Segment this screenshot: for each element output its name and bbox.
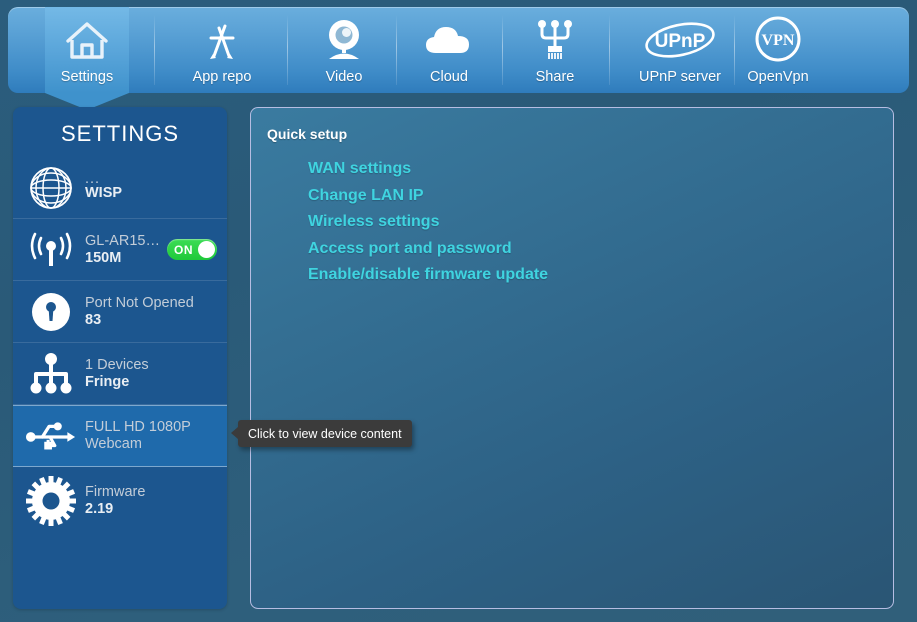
- cloud-icon: [423, 16, 475, 64]
- lock-icon: [25, 290, 77, 334]
- nav-tab-label: Cloud: [430, 69, 468, 85]
- sidebar-item-line1: Firmware: [85, 484, 146, 500]
- sidebar-item-line2: Fringe: [85, 373, 130, 390]
- sidebar-item-text: FULL HD 1080P Webcam: [77, 419, 217, 453]
- link-change-lan-ip[interactable]: Change LAN IP: [308, 183, 424, 210]
- device-content-tooltip: Click to view device content: [231, 420, 412, 447]
- sidebar-item-line1: ...: [85, 171, 101, 187]
- nav-tab-label: Share: [535, 69, 575, 85]
- link-wan-settings[interactable]: WAN settings: [308, 156, 411, 183]
- nav-tab-share[interactable]: Share: [523, 7, 587, 93]
- sidebar-item-line1: 1 Devices: [85, 356, 149, 373]
- nav-separator: [287, 15, 288, 85]
- wifi-toggle-label: ON: [174, 242, 193, 257]
- sidebar-item-text: Firmware 2.19: [77, 484, 217, 518]
- sidebar-title: SETTINGS: [60, 121, 179, 146]
- nav-separator: [154, 15, 155, 85]
- gear-icon: [25, 476, 77, 526]
- nav-tab-video[interactable]: Video: [311, 7, 377, 93]
- nav-tab-label: App repo: [192, 69, 252, 85]
- sidebar-item-line1: Port Not Opened: [85, 294, 194, 311]
- sidebar-item-line2: 2.19: [85, 501, 114, 517]
- sidebar-item-usb-webcam[interactable]: FULL HD 1080P Webcam: [13, 405, 227, 467]
- sidebar-item-line1: GL-AR150-ef1: [85, 232, 167, 249]
- svg-text:VPN: VPN: [762, 32, 795, 49]
- sidebar-item-line2: 83: [85, 311, 102, 328]
- wifi-toggle-switch[interactable]: ON: [167, 239, 217, 260]
- usb-icon: [25, 419, 77, 453]
- sidebar-item-line2: WISP: [85, 185, 123, 201]
- nav-separator: [734, 15, 735, 85]
- sidebar-item-text: ... WISP: [77, 171, 217, 202]
- link-enable-disable-firmware-update[interactable]: Enable/disable firmware update: [308, 262, 548, 289]
- svg-text:UPnP: UPnP: [655, 31, 706, 52]
- sidebar-item-text: GL-AR150-ef1 150M: [77, 233, 167, 267]
- quick-setup-link-list: WAN settings Change LAN IP Wireless sett…: [251, 142, 893, 289]
- globe-icon: [25, 165, 77, 211]
- sidebar-item-firmware[interactable]: Firmware 2.19: [13, 467, 227, 535]
- link-access-port-and-password[interactable]: Access port and password: [308, 236, 512, 263]
- settings-sidebar: SETTINGS ... WISP GL-AR150-e 150M ON Por…: [13, 107, 227, 609]
- webcam-icon: [321, 16, 367, 64]
- wifi-icon: [25, 229, 77, 271]
- nav-separator: [502, 15, 503, 85]
- sidebar-item-wifi[interactable]: GL-AR150-ef1 150M ON: [13, 219, 227, 281]
- link-wireless-settings[interactable]: Wireless settings: [308, 209, 439, 236]
- sidebar-item-text: Port Not Opened 83: [77, 295, 217, 329]
- quick-setup-title: Quick setup: [267, 126, 348, 142]
- sidebar-item-devices[interactable]: 1 Devices Fringe: [13, 343, 227, 405]
- sidebar-item-line1: FULL HD 1080P: [85, 419, 191, 435]
- devices-icon: [25, 351, 77, 397]
- nav-tab-app-repo[interactable]: App repo: [180, 7, 264, 93]
- main-content-panel: Quick setup WAN settings Change LAN IP W…: [250, 107, 894, 609]
- nav-tab-label: Video: [325, 69, 363, 85]
- nav-tab-cloud[interactable]: Cloud: [416, 7, 482, 93]
- app-store-icon: [199, 16, 245, 64]
- top-navigation-bar: Settings App repo Video Cloud Share UPnP…: [8, 7, 909, 93]
- home-icon: [64, 16, 110, 64]
- sidebar-item-text: 1 Devices Fringe: [77, 357, 217, 391]
- sidebar-item-line2: Webcam: [85, 436, 142, 452]
- sidebar-item-line2: 150M: [85, 249, 122, 266]
- nav-tab-label: UPnP server: [639, 69, 721, 85]
- nav-tab-openvpn[interactable]: VPN OpenVpn: [741, 7, 815, 93]
- upnp-icon: UPnP: [641, 16, 719, 64]
- nav-tab-upnp-server[interactable]: UPnP UPnP server: [632, 7, 728, 93]
- nav-tab-label: Settings: [60, 69, 114, 85]
- share-brush-icon: [532, 16, 578, 64]
- nav-tab-settings[interactable]: Settings: [45, 7, 129, 93]
- sidebar-item-port[interactable]: Port Not Opened 83: [13, 281, 227, 343]
- wifi-toggle-knob: [198, 241, 215, 258]
- nav-tab-label: OpenVpn: [747, 69, 809, 85]
- vpn-icon: VPN: [753, 16, 803, 64]
- nav-separator: [609, 15, 610, 85]
- nav-separator: [396, 15, 397, 85]
- sidebar-item-wisp[interactable]: ... WISP: [13, 157, 227, 219]
